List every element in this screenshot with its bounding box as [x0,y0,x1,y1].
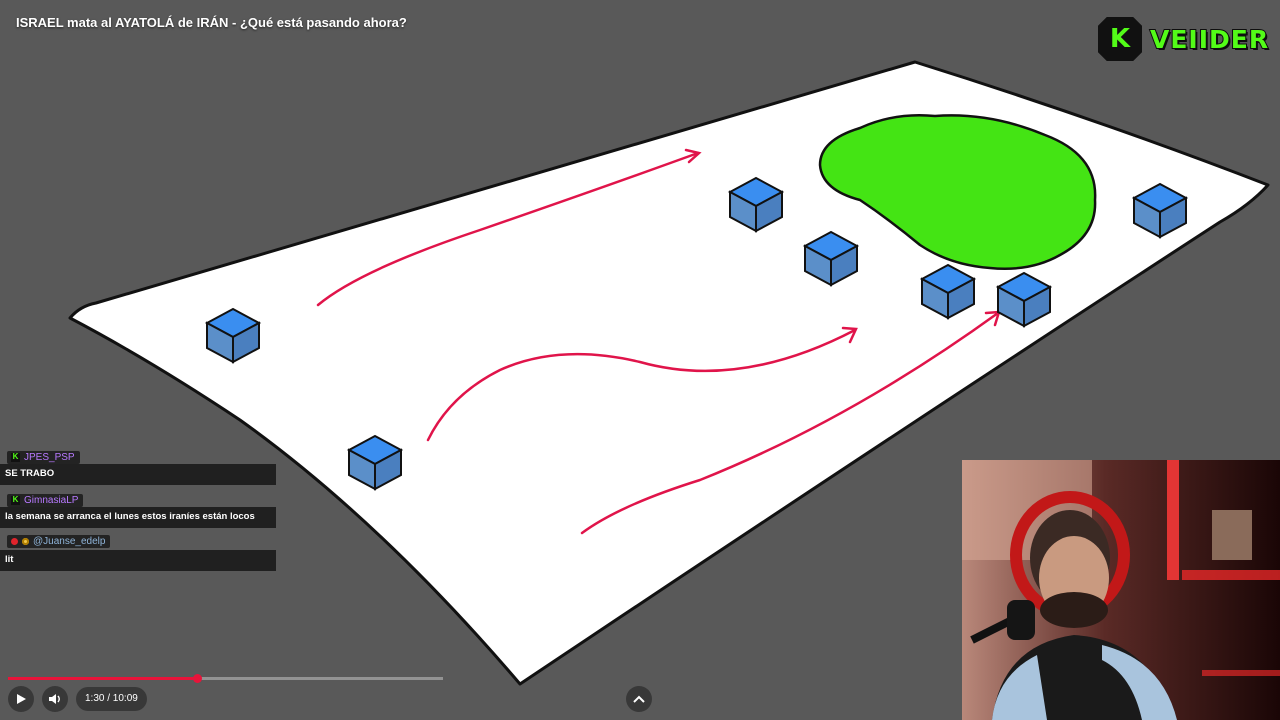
red-dot-icon [11,538,18,545]
webcam-feed [962,460,1280,720]
kick-icon: K [11,452,20,462]
chat-username[interactable]: JPES_PSP [24,452,75,463]
video-frame[interactable]: ISRAEL mata al AYATOLÁ de IRÁN - ¿Qué es… [0,0,1280,720]
progress-handle[interactable] [193,674,202,683]
time-display: 1:30 / 10:09 [76,687,147,711]
chat-message: @Juanse_edelp lit [0,532,276,571]
progress-bar[interactable] [8,674,443,683]
chat-text: SE TRABO [0,464,276,485]
logo-letter: K [1109,24,1131,54]
chat-message: K GimnasiaLP la semana se arranca el lun… [0,489,276,528]
chat-message: K JPES_PSP SE TRABO [0,446,276,485]
chat-username-row: K GimnasiaLP [7,493,84,507]
chat-username[interactable]: GimnasiaLP [24,495,78,506]
channel-wordmark: VEIIDER [1149,24,1270,55]
chat-username[interactable]: @Juanse_edelp [33,536,105,547]
video-title[interactable]: ISRAEL mata al AYATOLÁ de IRÁN - ¿Qué es… [16,15,407,30]
play-button[interactable] [8,686,34,712]
chat-text: la semana se arranca el lunes estos iran… [0,507,276,528]
chat-text: lit [0,550,276,571]
volume-icon [49,694,60,704]
chat-overlay: K JPES_PSP SE TRABO K GimnasiaLP la sema… [0,446,276,575]
chevron-up-icon [633,695,645,703]
volume-button[interactable] [42,686,68,712]
kick-logo-icon: K [1098,17,1142,61]
channel-logo: K VEIIDER [1098,16,1269,62]
streamer-image [962,460,1280,720]
play-icon [17,694,26,704]
moderator-badge-icon [22,538,29,545]
expand-button[interactable] [626,686,652,712]
chat-username-row: @Juanse_edelp [7,535,111,548]
chat-username-row: K JPES_PSP [7,450,80,464]
kick-icon: K [11,495,20,505]
progress-fill [8,677,197,680]
